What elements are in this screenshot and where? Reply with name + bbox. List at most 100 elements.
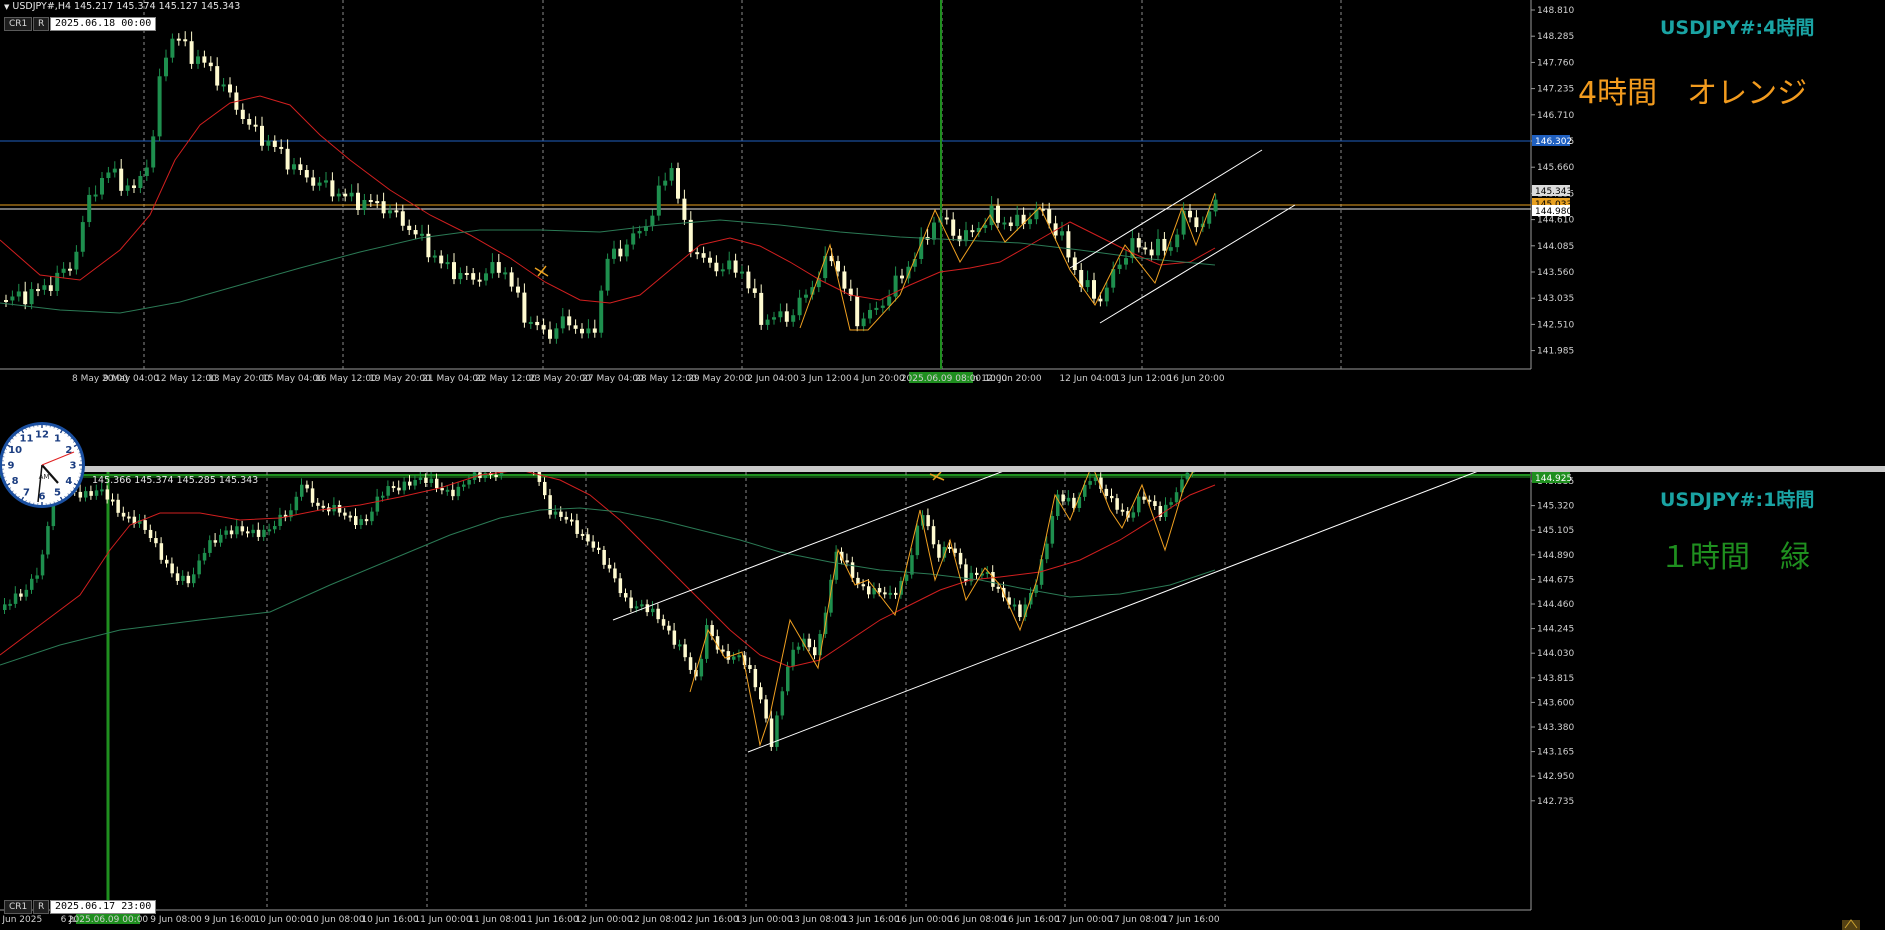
r-button-h1[interactable]: R — [33, 900, 50, 914]
cr-button-h1[interactable]: CR1 — [4, 900, 33, 914]
h1-time-label: 6 Jun 2025 — [0, 915, 42, 925]
h1-candle — [877, 588, 882, 593]
h1-time-label: 11 Jun 00:00 — [414, 915, 471, 925]
triangle-down-icon[interactable]: ▼ — [4, 3, 9, 11]
h1-candle — [148, 529, 153, 539]
h4-candle — [247, 119, 252, 125]
h1-candle — [904, 574, 909, 581]
h1-candle — [602, 549, 606, 565]
h4-candle — [695, 252, 700, 255]
h1-candle — [1115, 498, 1119, 510]
h1-candle — [559, 511, 563, 517]
h4-candle — [298, 164, 303, 171]
h4-price-label: 141.985 — [1537, 347, 1574, 357]
h1-price-label: 143.380 — [1537, 723, 1574, 733]
chart-pane-h4[interactable]: 148.810148.285147.760147.235146.710146.1… — [0, 0, 1885, 466]
h4-candle — [1162, 238, 1167, 251]
h1-candle — [791, 649, 795, 667]
h4-price-tag: 144.980 — [1535, 207, 1572, 217]
h4-candle — [132, 185, 136, 189]
cr-button[interactable]: CR1 — [4, 17, 33, 31]
h4-candle — [87, 194, 92, 223]
h1-candle — [386, 486, 390, 496]
h4-price-label: 148.810 — [1537, 6, 1574, 16]
h4-candle — [746, 271, 751, 289]
r-button[interactable]: R — [33, 17, 50, 31]
h1-time-label: 16 Jun 16:00 — [1002, 915, 1059, 925]
h1-candle — [958, 552, 963, 565]
h1-time-label: 10 Jun 16:00 — [361, 915, 418, 925]
h4-candle — [221, 84, 226, 87]
h1-price-label: 143.165 — [1537, 748, 1574, 758]
h1-candle — [975, 572, 979, 575]
h1-time-label: 11 Jun 08:00 — [468, 915, 525, 925]
h1-candle — [278, 514, 282, 527]
h4-candle — [484, 273, 488, 281]
h1-candle — [467, 479, 471, 485]
h1-candle — [408, 481, 412, 486]
h4-candle — [1104, 287, 1109, 302]
h1-candle — [375, 496, 380, 512]
h1-candle — [1169, 502, 1173, 505]
h4-candle — [477, 279, 482, 282]
h4-candle — [887, 296, 892, 306]
h4-candle — [61, 268, 66, 273]
h1-candle — [613, 568, 617, 579]
h1-price-label: 144.890 — [1537, 551, 1574, 561]
h4-candle — [356, 192, 360, 211]
h4-candle — [650, 215, 655, 227]
h4-candle — [804, 294, 808, 298]
h1-candle — [159, 543, 164, 560]
chart-pane-h1[interactable]: 145.535145.320145.105144.890144.675144.4… — [0, 472, 1885, 930]
h4-candle — [932, 222, 936, 240]
h1-candle — [1088, 481, 1092, 485]
h4-candle — [656, 185, 661, 216]
h4-candle — [452, 262, 456, 280]
h1-candle — [370, 511, 374, 522]
h4-time-label-fragment: n 12:00 — [973, 374, 1008, 384]
h4-candle — [458, 272, 463, 280]
h4-candle — [16, 291, 21, 297]
h4-candle — [592, 328, 597, 333]
h1-candle — [111, 499, 115, 502]
clock-number: 8 — [12, 476, 19, 487]
h4-candle — [336, 193, 341, 197]
h1-candle — [294, 496, 299, 511]
h4-candle — [765, 319, 770, 325]
h4-candle — [772, 317, 776, 320]
h1-candle — [19, 593, 23, 597]
h1-candle — [807, 638, 812, 648]
h1-candle — [3, 604, 7, 610]
h1-candle — [678, 644, 682, 647]
h1-symbol-title: USDJPY#:1時間 — [1660, 489, 1815, 511]
h4-candle — [413, 230, 418, 235]
h4-candle — [669, 168, 674, 181]
h1-price-label: 142.950 — [1537, 772, 1574, 782]
clock-number: 1 — [54, 434, 61, 445]
h1-candle — [256, 529, 261, 537]
h4-candle — [759, 292, 764, 325]
chart-h1-canvas[interactable]: 145.535145.320145.105144.890144.675144.4… — [0, 472, 1885, 930]
h1-candle — [1185, 472, 1190, 480]
h4-candle — [720, 269, 725, 272]
h4-candle — [144, 167, 149, 176]
h1-time-label: 2025.06.09 00:00 — [68, 915, 149, 925]
h4-candle — [727, 260, 732, 270]
h4-candle — [605, 258, 610, 291]
h1-candle — [343, 512, 347, 516]
h1-candle — [451, 489, 455, 497]
h4-candle — [407, 225, 412, 231]
h1-candle — [753, 668, 758, 688]
h4-ohlc-text: USDJPY#,H4 145.217 145.374 145.127 145.3… — [12, 1, 241, 12]
h4-price-label: 144.610 — [1537, 216, 1574, 226]
h4-candle — [119, 168, 124, 191]
h4-candle — [631, 233, 636, 245]
h1-candle — [553, 511, 558, 515]
h4-candle — [176, 38, 181, 41]
h1-time-label: 16 Jun 08:00 — [948, 915, 1005, 925]
h1-time-label: 9 Jun 08:00 — [150, 915, 202, 925]
h1-candle — [651, 608, 655, 613]
h1-candle — [418, 477, 423, 481]
h1-candle — [402, 481, 407, 491]
h1-candle — [661, 619, 666, 626]
